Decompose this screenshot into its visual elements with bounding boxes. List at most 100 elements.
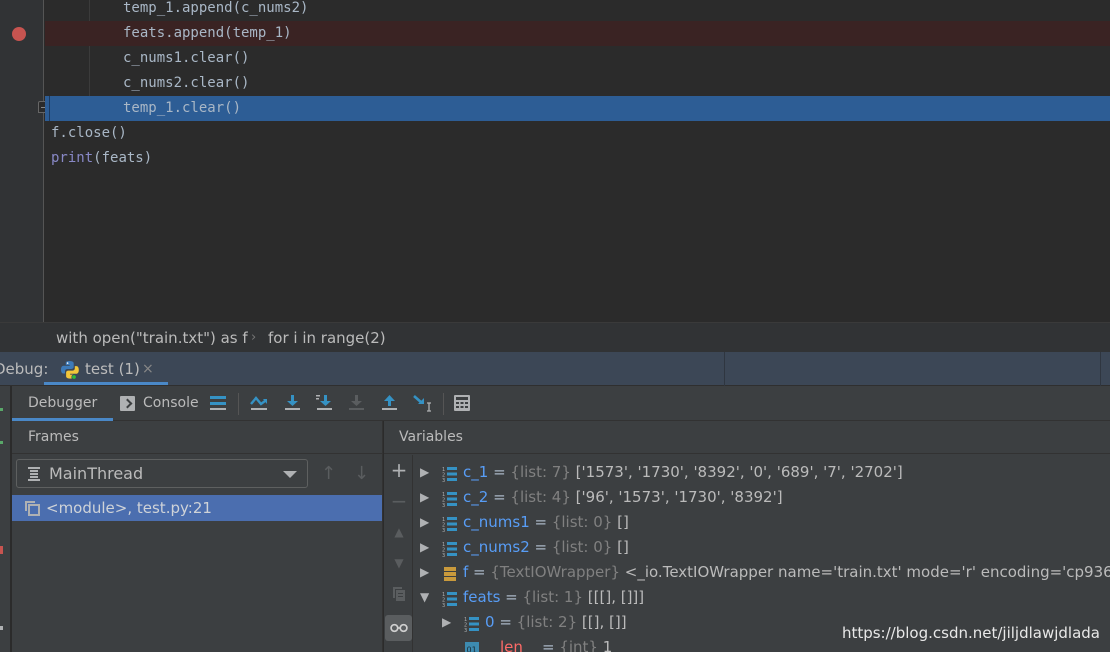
debug-side-toolbar [0, 386, 11, 652]
list-icon: 123 [442, 465, 458, 484]
force-step-into-icon[interactable] [345, 392, 367, 414]
toolbar-separator [238, 393, 239, 415]
variable-value: ['1573', '1730', '8392', '0', '689', '7'… [575, 463, 903, 481]
previous-frame-icon[interactable]: ↑ [321, 463, 336, 485]
variable-text: c_1 = {list: 7} ['1573', '1730', '8392',… [463, 460, 903, 485]
stop-icon[interactable] [0, 546, 3, 554]
watermark: https://blog.csdn.net/jiljdlawjdlada [841, 624, 1100, 642]
variable-text: f = {TextIOWrapper} <_io.TextIOWrapper n… [463, 560, 1110, 585]
variable-text: c_nums2 = {list: 0} [] [463, 535, 629, 560]
variable-name: c_nums2 [463, 538, 530, 556]
code-text: c_nums1.clear() [123, 46, 249, 71]
equals-sign: = [488, 463, 511, 481]
variable-text: c_2 = {list: 4} ['96', '1573', '1730', '… [463, 485, 783, 510]
frames-panel: Frames MainThread ↑ ↓ <module>, test.py:… [12, 421, 383, 652]
code-token: feats.append(temp_1) [123, 25, 292, 41]
copy-icon[interactable] [388, 583, 410, 605]
variable-name: 0 [485, 613, 495, 631]
variable-value: ['96', '1573', '1730', '8392'] [575, 488, 783, 506]
expand-icon[interactable]: ▶ [420, 460, 429, 485]
code-token: temp_1.clear() [123, 100, 242, 116]
frames-title: Frames [12, 421, 383, 454]
code-text: temp_1.append(c_nums2) [123, 0, 308, 21]
code-line[interactable]: print(feats) [45, 146, 1110, 171]
python-icon [61, 361, 79, 380]
thread-selector[interactable]: MainThread [16, 459, 308, 488]
variable-type: {list: 4} [510, 488, 571, 506]
step-into-icon[interactable] [281, 392, 303, 414]
code-text: temp_1.clear() [123, 96, 241, 121]
expand-icon[interactable]: ▶ [420, 535, 429, 560]
expand-icon[interactable]: ▶ [420, 560, 429, 585]
evaluate-expression-icon[interactable] [451, 392, 473, 414]
svg-text:3: 3 [442, 478, 445, 482]
breadcrumb-separator: › [251, 330, 257, 345]
breakpoint-line[interactable]: feats.append(temp_1) [45, 21, 1110, 46]
step-out-icon[interactable] [378, 392, 400, 414]
breadcrumb: with open("train.txt") as f › for i in r… [0, 322, 1110, 352]
close-icon[interactable]: × [142, 352, 154, 386]
variables-side-toolbar: + − ▲ ▼ [384, 455, 413, 652]
next-frame-icon[interactable]: ↓ [354, 463, 369, 485]
svg-text:3: 3 [464, 628, 467, 632]
equals-sign: = [494, 613, 517, 631]
step-over-icon[interactable] [248, 392, 270, 414]
run-to-cursor-icon[interactable] [412, 392, 434, 414]
rerun-icon[interactable] [0, 408, 3, 411]
variable-type: {list: 2} [516, 613, 578, 631]
code-line[interactable]: f.close() [45, 121, 1110, 146]
frame-item[interactable]: <module>, test.py:21 [12, 495, 382, 521]
code-line[interactable]: temp_1.append(c_nums2) [45, 0, 1110, 21]
editor-gutter[interactable] [0, 0, 48, 322]
expand-icon[interactable]: ▶ [442, 610, 451, 635]
move-up-button[interactable]: ▲ [388, 521, 410, 543]
frame-icon [25, 501, 40, 516]
show-watches-button[interactable] [385, 615, 412, 641]
variable-type: {list: 1} [522, 588, 583, 606]
variable-type: {list: 0} [551, 513, 613, 531]
tab-console[interactable]: Console [143, 386, 199, 421]
resume-icon[interactable] [0, 441, 3, 444]
variable-text: 0 = {list: 2} [[], []] [485, 610, 627, 635]
variable-value: 1 [602, 638, 613, 652]
run-tab[interactable]: test (1) × [44, 352, 168, 386]
collapse-icon[interactable]: ▼ [420, 585, 429, 610]
expand-icon[interactable]: ▶ [420, 510, 429, 535]
more-icon[interactable] [0, 626, 3, 630]
code-line[interactable]: c_nums1.clear() [45, 46, 1110, 71]
thread-icon [28, 467, 40, 481]
tab-divider [724, 352, 725, 386]
thread-name: MainThread [49, 464, 144, 483]
breadcrumb-item[interactable]: with open("train.txt") as f [56, 323, 248, 353]
remove-watch-button[interactable]: − [388, 490, 410, 512]
frames-layout-icon[interactable] [207, 392, 229, 414]
code-text: c_nums2.clear() [123, 71, 249, 96]
execution-line[interactable]: temp_1.clear() [45, 96, 1110, 121]
variable-text: len = {int} 1 [500, 635, 612, 652]
variable-type: {TextIOWrapper} [490, 563, 620, 581]
code-token: c_nums2.clear() [123, 75, 250, 91]
code-line[interactable]: c_nums2.clear() [45, 71, 1110, 96]
step-into-my-code-icon[interactable] [313, 392, 335, 414]
variable-name: c_1 [463, 463, 489, 481]
equals-sign: = [522, 638, 560, 652]
variable-value: <_io.TextIOWrapper name='train.txt' mode… [624, 563, 1110, 581]
tab-console-label: Console [143, 395, 199, 411]
breadcrumb-item[interactable]: for i in range(2) [268, 323, 386, 353]
list-icon: 123 [442, 515, 458, 534]
variable-name: feats [463, 588, 501, 606]
move-down-button[interactable]: ▼ [388, 552, 410, 574]
svg-text:3: 3 [442, 528, 445, 532]
code-text: f.close() [51, 121, 127, 146]
add-watch-button[interactable]: + [388, 459, 410, 481]
code-editor[interactable]: temp_1.append(c_nums2) feats.append(temp_… [0, 0, 1110, 322]
run-tab-name: test (1) [85, 360, 140, 378]
variable-text: c_nums1 = {list: 0} [] [463, 510, 629, 535]
expand-icon[interactable]: ▶ [420, 485, 429, 510]
breakpoint-icon[interactable] [12, 27, 26, 41]
equals-sign: = [488, 488, 511, 506]
svg-text:3: 3 [442, 553, 445, 557]
svg-text:3: 3 [442, 503, 445, 507]
tab-debugger[interactable]: Debugger [12, 386, 114, 421]
debugger-toolbar: Debugger Console [12, 386, 1110, 421]
